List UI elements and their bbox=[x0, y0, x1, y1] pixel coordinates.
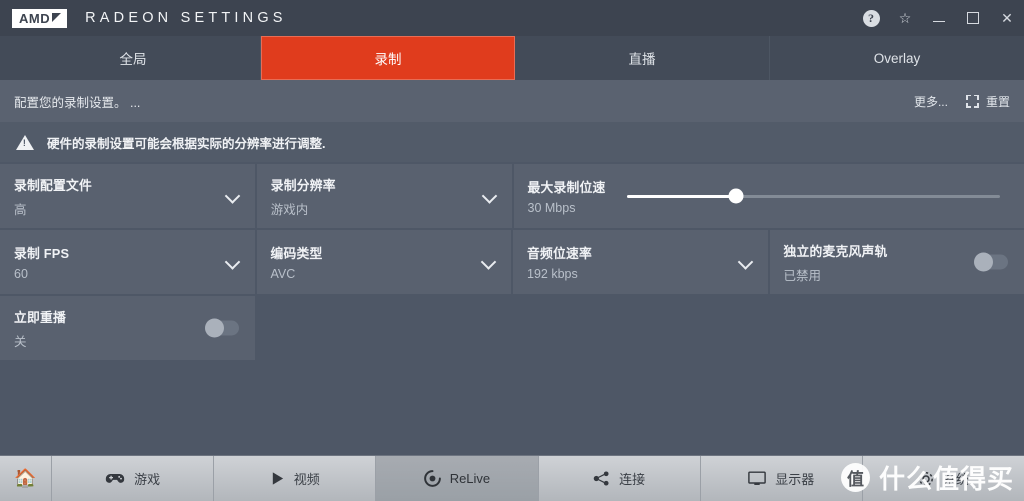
setting-encoding-type-label: 编码类型 bbox=[270, 246, 323, 261]
help-button[interactable]: ? bbox=[854, 0, 888, 36]
settings-row-3: 立即重播 关 bbox=[0, 296, 1024, 360]
bottom-nav-bar: 🏠 游戏 视频 ReLive 连接 显示器 系统 bbox=[0, 455, 1024, 501]
slider-handle[interactable] bbox=[728, 188, 743, 204]
nav-item-home[interactable]: 🏠 bbox=[0, 456, 52, 501]
setting-recording-profile-label: 录制配置文件 bbox=[14, 177, 92, 193]
setting-recording-resolution-value: 游戏内 bbox=[270, 202, 309, 217]
maximize-button[interactable] bbox=[956, 0, 990, 36]
reset-label: 重置 bbox=[985, 94, 1010, 109]
reset-button[interactable]: 重置 bbox=[965, 93, 1010, 110]
radeon-settings-window: AMD RADEON SETTINGS ? ☆ ✕ 全局 录制 直播 Overl… bbox=[0, 0, 1024, 501]
nav-item-gaming-label: 游戏 bbox=[134, 472, 161, 487]
nav-item-system-label: 系统 bbox=[942, 472, 969, 487]
share-icon bbox=[593, 471, 610, 486]
warning-text: 硬件的录制设置可能会根据实际的分辨率进行调整. bbox=[47, 136, 326, 151]
setting-max-bitrate[interactable]: 最大录制位速 30 Mbps bbox=[513, 164, 1024, 228]
chevron-down-icon[interactable] bbox=[226, 190, 239, 203]
amd-logo-arrow-icon bbox=[52, 12, 62, 22]
maximize-icon bbox=[967, 12, 979, 24]
favorite-button[interactable]: ☆ bbox=[888, 0, 922, 36]
nav-item-connect[interactable]: 连接 bbox=[538, 456, 701, 501]
tab-global-label: 全局 bbox=[119, 52, 147, 67]
nav-item-connect-label: 连接 bbox=[619, 472, 646, 487]
instant-replay-toggle[interactable] bbox=[205, 318, 239, 338]
setting-audio-bitrate-value: 192 kbps bbox=[527, 267, 578, 281]
gamepad-icon bbox=[105, 472, 125, 486]
setting-encoding-type[interactable]: 编码类型 AVC bbox=[256, 230, 511, 294]
chevron-down-icon[interactable] bbox=[482, 256, 495, 269]
setting-recording-profile[interactable]: 录制配置文件 高 bbox=[0, 164, 255, 228]
setting-instant-replay[interactable]: 立即重播 关 bbox=[0, 296, 255, 360]
nav-item-relive[interactable]: ReLive bbox=[376, 456, 539, 501]
tab-overlay-label: Overlay bbox=[873, 50, 921, 66]
tab-bar: 全局 录制 直播 Overlay bbox=[0, 36, 1024, 80]
warning-icon bbox=[16, 134, 34, 150]
title-bar: AMD RADEON SETTINGS ? ☆ ✕ bbox=[0, 0, 1024, 36]
slider-track[interactable] bbox=[627, 188, 1000, 204]
setting-max-bitrate-value: 30 Mbps bbox=[527, 201, 576, 215]
toggle-knob bbox=[205, 318, 224, 338]
tab-overlay[interactable]: Overlay bbox=[770, 36, 1024, 80]
sub-header: 配置您的录制设置。 ... 更多... 重置 bbox=[0, 80, 1024, 122]
setting-instant-replay-value: 关 bbox=[14, 334, 27, 349]
more-button[interactable]: 更多... bbox=[914, 93, 948, 110]
setting-recording-resolution[interactable]: 录制分辨率 游戏内 bbox=[256, 164, 512, 228]
nav-item-relive-label: ReLive bbox=[449, 471, 491, 486]
amd-logo-text: AMD bbox=[19, 10, 51, 26]
setting-encoding-type-value: AVC bbox=[270, 267, 296, 281]
slider-fill bbox=[627, 194, 736, 198]
setting-recording-fps-value: 60 bbox=[14, 267, 28, 281]
tab-global[interactable]: 全局 bbox=[6, 36, 261, 80]
settings-row-2: 录制 FPS 60 编码类型 AVC 音频位速率 192 kbps 独立的麦克风… bbox=[0, 230, 1024, 294]
setting-separate-mic-track-label: 独立的麦克风声轨 bbox=[783, 243, 888, 259]
tab-stream[interactable]: 直播 bbox=[515, 36, 770, 80]
separate-mic-track-toggle[interactable] bbox=[974, 252, 1008, 272]
page-description: 配置您的录制设置。 ... bbox=[14, 95, 141, 110]
nav-item-display[interactable]: 显示器 bbox=[700, 456, 863, 501]
settings-grid: 录制配置文件 高 录制分辨率 游戏内 最大录制位速 30 Mbps 录制 FPS… bbox=[0, 164, 1024, 362]
nav-item-video[interactable]: 视频 bbox=[214, 456, 377, 501]
star-icon: ☆ bbox=[898, 9, 912, 26]
monitor-icon bbox=[748, 471, 767, 486]
tab-stream-label: 直播 bbox=[628, 52, 656, 67]
warning-banner: 硬件的录制设置可能会根据实际的分辨率进行调整. bbox=[0, 122, 1024, 162]
help-icon: ? bbox=[862, 9, 880, 27]
chevron-down-icon[interactable] bbox=[483, 190, 496, 203]
chevron-down-icon[interactable] bbox=[226, 256, 239, 269]
nav-item-video-label: 视频 bbox=[293, 472, 320, 487]
close-icon: ✕ bbox=[1001, 9, 1013, 26]
relive-icon bbox=[423, 470, 441, 487]
setting-audio-bitrate[interactable]: 音频位速率 192 kbps bbox=[513, 230, 768, 294]
amd-logo: AMD bbox=[12, 8, 68, 28]
nav-item-system[interactable]: 系统 bbox=[862, 456, 1024, 501]
minimize-icon bbox=[933, 20, 945, 23]
setting-recording-profile-value: 高 bbox=[14, 202, 27, 217]
setting-recording-fps[interactable]: 录制 FPS 60 bbox=[0, 230, 255, 294]
settings-row-1: 录制配置文件 高 录制分辨率 游戏内 最大录制位速 30 Mbps bbox=[0, 164, 1024, 228]
max-bitrate-slider[interactable] bbox=[627, 186, 1000, 206]
page-title: RADEON SETTINGS bbox=[85, 10, 287, 26]
setting-max-bitrate-label: 最大录制位速 bbox=[527, 180, 606, 195]
close-button[interactable]: ✕ bbox=[990, 0, 1024, 36]
setting-recording-resolution-label: 录制分辨率 bbox=[270, 177, 336, 193]
toggle-knob bbox=[974, 252, 993, 272]
setting-separate-mic-track[interactable]: 独立的麦克风声轨 已禁用 bbox=[769, 230, 1024, 294]
system-icon bbox=[918, 471, 934, 487]
window-controls: ? ☆ ✕ bbox=[854, 0, 1024, 36]
chevron-down-icon[interactable] bbox=[739, 256, 752, 269]
tab-record[interactable]: 录制 bbox=[261, 36, 515, 80]
setting-instant-replay-label: 立即重播 bbox=[14, 309, 66, 325]
nav-item-gaming[interactable]: 游戏 bbox=[52, 456, 215, 501]
home-icon: 🏠 bbox=[14, 468, 37, 488]
setting-audio-bitrate-label: 音频位速率 bbox=[527, 246, 592, 261]
play-icon bbox=[270, 471, 285, 486]
sub-header-actions: 更多... 重置 bbox=[914, 93, 1024, 110]
setting-recording-fps-label: 录制 FPS bbox=[14, 246, 70, 261]
tab-record-label: 录制 bbox=[374, 52, 402, 67]
nav-item-display-label: 显示器 bbox=[775, 472, 815, 487]
setting-separate-mic-track-value: 已禁用 bbox=[783, 268, 822, 283]
minimize-button[interactable] bbox=[922, 0, 956, 36]
reset-icon bbox=[965, 94, 979, 108]
